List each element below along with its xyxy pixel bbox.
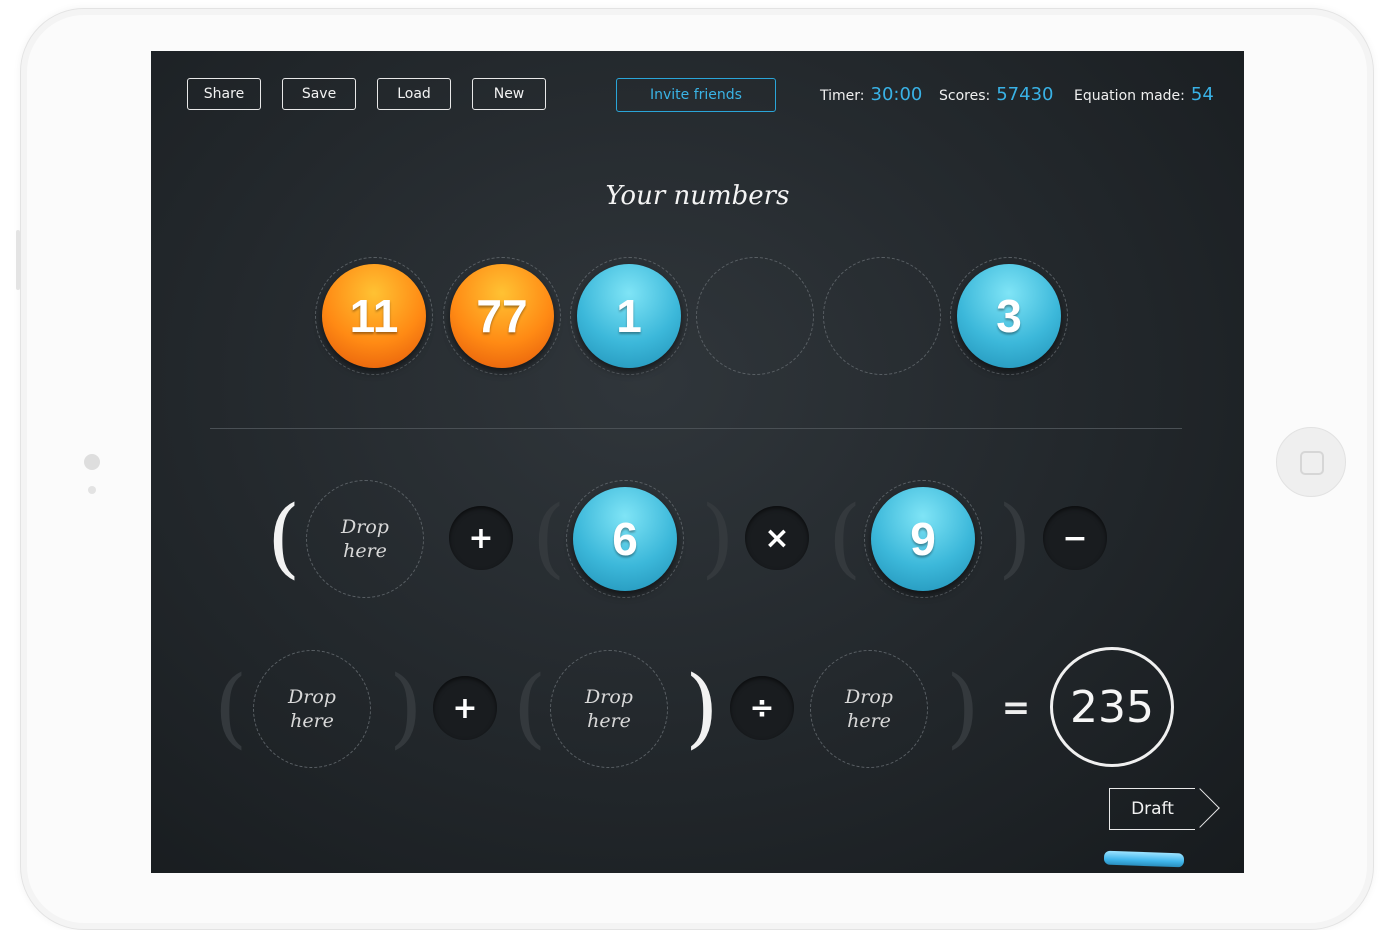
open-paren-inactive[interactable]: (	[513, 665, 547, 751]
chalk-icon[interactable]	[1103, 850, 1185, 868]
equals-sign: =	[1001, 688, 1031, 728]
section-divider	[210, 428, 1182, 429]
equations-value: 54	[1190, 84, 1214, 105]
equation-ball-9[interactable]: 9	[871, 487, 975, 591]
drop-text-line2: here	[587, 710, 631, 732]
open-paren-inactive[interactable]: (	[828, 495, 862, 581]
timer-value: 30:00	[870, 84, 923, 105]
open-paren-active[interactable]: (	[267, 495, 301, 581]
close-paren-inactive[interactable]: )	[389, 665, 423, 751]
invite-friends-button[interactable]: Invite friends	[616, 78, 776, 112]
drop-text-line1: Drop	[845, 686, 893, 708]
number-ball-1[interactable]: 11	[322, 264, 426, 368]
open-paren-inactive[interactable]: (	[532, 495, 566, 581]
drop-zone-row2-3[interactable]: Drop here	[810, 650, 928, 768]
target-result: 235	[1050, 647, 1174, 767]
equations-stat: Equation made: 54	[1074, 84, 1214, 105]
timer-label: Timer:	[820, 88, 865, 104]
close-paren-inactive[interactable]: )	[998, 495, 1032, 581]
drop-zone-row2-1[interactable]: Drop here	[253, 650, 371, 768]
save-button[interactable]: Save	[282, 78, 356, 110]
share-button[interactable]: Share	[187, 78, 261, 110]
equations-label: Equation made:	[1074, 88, 1185, 104]
your-numbers-heading: Your numbers	[605, 181, 790, 211]
number-ball-3[interactable]: 1	[577, 264, 681, 368]
drop-zone-row1[interactable]: Drop here	[306, 480, 424, 598]
close-paren-inactive[interactable]: )	[946, 665, 980, 751]
plus-operator[interactable]: +	[433, 676, 497, 740]
close-paren-inactive[interactable]: )	[701, 495, 735, 581]
plus-operator[interactable]: +	[449, 506, 513, 570]
close-paren-active[interactable]: )	[685, 665, 719, 751]
scores-stat: Scores: 57430	[939, 84, 1054, 105]
front-camera	[84, 454, 100, 470]
side-volume-button	[16, 230, 20, 290]
drop-text-line1: Drop	[585, 686, 633, 708]
number-ball-2[interactable]: 77	[450, 264, 554, 368]
equation-ball-6[interactable]: 6	[573, 487, 677, 591]
load-button[interactable]: Load	[377, 78, 451, 110]
multiply-operator[interactable]: ×	[745, 506, 809, 570]
open-paren-inactive[interactable]: (	[214, 665, 248, 751]
number-slot-4-empty[interactable]	[696, 257, 814, 375]
drop-text-line2: here	[343, 540, 387, 562]
drop-text-line1: Drop	[341, 516, 389, 538]
new-button[interactable]: New	[472, 78, 546, 110]
number-slot-5-empty[interactable]	[823, 257, 941, 375]
timer-stat: Timer: 30:00	[820, 84, 922, 105]
chalkboard-screen: Share Save Load New Invite friends Timer…	[151, 51, 1244, 873]
divide-operator[interactable]: ÷	[730, 676, 794, 740]
light-sensor	[88, 486, 96, 494]
minus-operator[interactable]: −	[1043, 506, 1107, 570]
scores-value: 57430	[996, 84, 1054, 105]
drop-zone-row2-2[interactable]: Drop here	[550, 650, 668, 768]
drop-text-line2: here	[290, 710, 334, 732]
number-ball-6[interactable]: 3	[957, 264, 1061, 368]
drop-text-line1: Drop	[288, 686, 336, 708]
home-button[interactable]	[1276, 427, 1346, 497]
drop-text-line2: here	[847, 710, 891, 732]
scores-label: Scores:	[939, 88, 991, 104]
